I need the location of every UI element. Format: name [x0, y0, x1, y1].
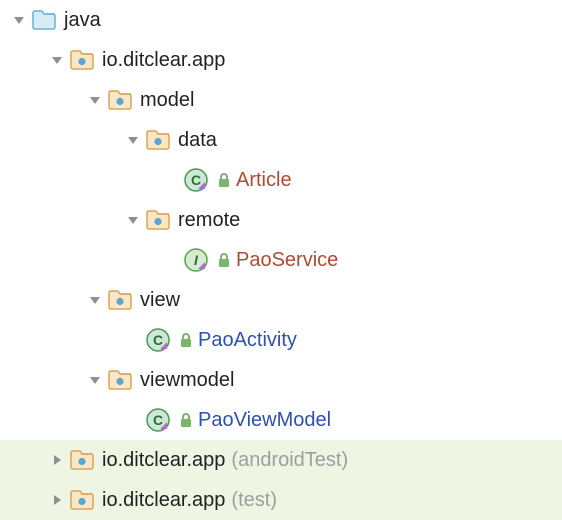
tree-label: view [140, 280, 180, 320]
lock-icon [216, 172, 232, 188]
expand-arrow-icon[interactable] [84, 373, 106, 387]
tree-node-package-test[interactable]: io.ditclear.app (test) [0, 480, 562, 520]
expand-arrow-icon[interactable] [46, 53, 68, 67]
package-folder-icon [144, 126, 172, 154]
expand-arrow-icon[interactable] [122, 213, 144, 227]
tree-node-article[interactable]: Article [0, 160, 562, 200]
expand-arrow-icon[interactable] [84, 93, 106, 107]
kotlin-class-icon [144, 406, 172, 434]
tree-label: PaoViewModel [198, 400, 331, 440]
tree-node-paoactivity[interactable]: PaoActivity [0, 320, 562, 360]
tree-label: io.ditclear.app [102, 480, 225, 520]
tree-label: remote [178, 200, 240, 240]
tree-hint: (test) [231, 480, 277, 520]
tree-label: data [178, 120, 217, 160]
package-folder-icon [144, 206, 172, 234]
tree-node-package-androidtest[interactable]: io.ditclear.app (androidTest) [0, 440, 562, 480]
expand-arrow-icon[interactable] [84, 293, 106, 307]
tree-node-paoservice[interactable]: PaoService [0, 240, 562, 280]
package-folder-icon [68, 446, 96, 474]
folder-java-icon [30, 6, 58, 34]
lock-icon [216, 252, 232, 268]
kotlin-interface-icon [182, 246, 210, 274]
expand-arrow-icon[interactable] [122, 133, 144, 147]
tree-label: PaoActivity [198, 320, 297, 360]
tree-label: viewmodel [140, 360, 234, 400]
tree-node-view[interactable]: view [0, 280, 562, 320]
package-folder-icon [106, 366, 134, 394]
tree-hint: (androidTest) [231, 440, 348, 480]
kotlin-class-icon [182, 166, 210, 194]
collapse-arrow-icon[interactable] [46, 493, 68, 507]
tree-node-viewmodel[interactable]: viewmodel [0, 360, 562, 400]
package-folder-icon [68, 46, 96, 74]
tree-node-package-main[interactable]: io.ditclear.app [0, 40, 562, 80]
kotlin-class-icon [144, 326, 172, 354]
expand-arrow-icon[interactable] [8, 13, 30, 27]
tree-node-data[interactable]: data [0, 120, 562, 160]
lock-icon [178, 332, 194, 348]
package-folder-icon [106, 86, 134, 114]
tree-label: PaoService [236, 240, 338, 280]
tree-label: io.ditclear.app [102, 440, 225, 480]
tree-node-remote[interactable]: remote [0, 200, 562, 240]
collapse-arrow-icon[interactable] [46, 453, 68, 467]
package-folder-icon [106, 286, 134, 314]
tree-label: io.ditclear.app [102, 40, 225, 80]
tree-node-java[interactable]: java [0, 0, 562, 40]
tree-label: java [64, 0, 101, 40]
tree-node-paoviewmodel[interactable]: PaoViewModel [0, 400, 562, 440]
tree-node-model[interactable]: model [0, 80, 562, 120]
tree-label: model [140, 80, 194, 120]
lock-icon [178, 412, 194, 428]
tree-label: Article [236, 160, 292, 200]
